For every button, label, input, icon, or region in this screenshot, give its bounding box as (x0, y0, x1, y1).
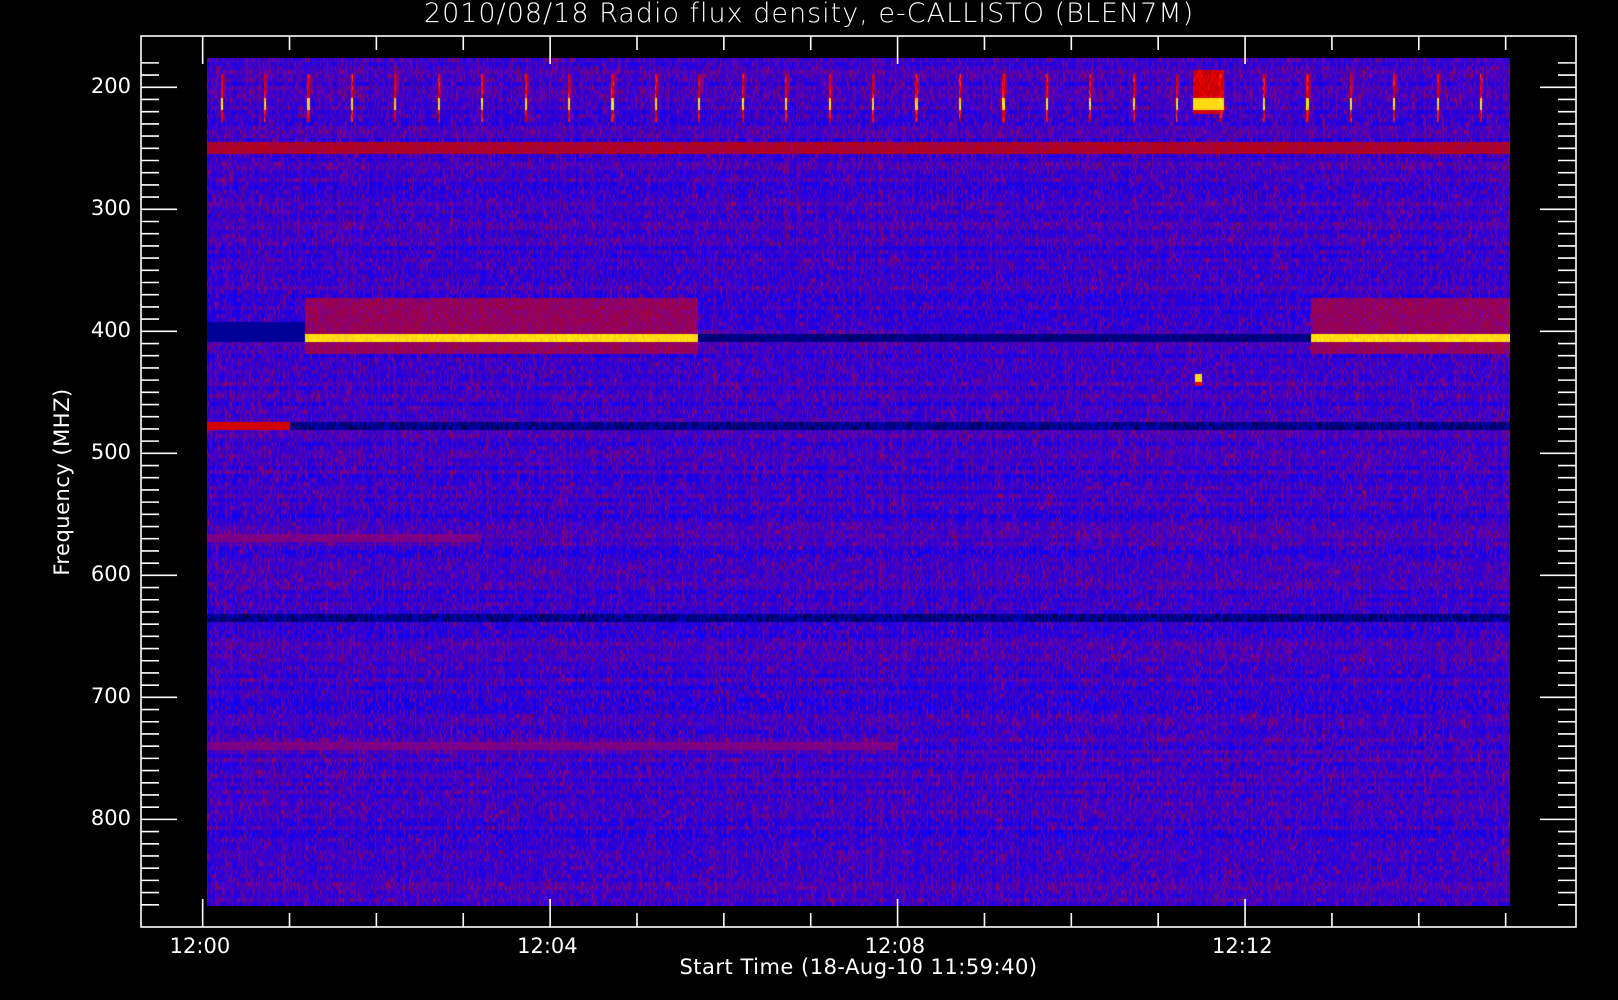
y-tick-label: 400 (90, 318, 131, 343)
y-tick-label: 500 (90, 440, 131, 465)
x-axis-label: Start Time (18-Aug-10 11:59:40) (679, 955, 1038, 979)
y-tick-label: 700 (90, 684, 131, 709)
y-tick-label: 600 (90, 562, 131, 587)
y-tick-label: 800 (90, 806, 131, 831)
y-axis-label: Frequency (MHZ) (50, 388, 74, 576)
axes-frame (140, 35, 1577, 928)
y-tick-label: 200 (90, 74, 131, 99)
plot-frame (140, 35, 1577, 928)
y-tick-label: 300 (90, 196, 131, 221)
